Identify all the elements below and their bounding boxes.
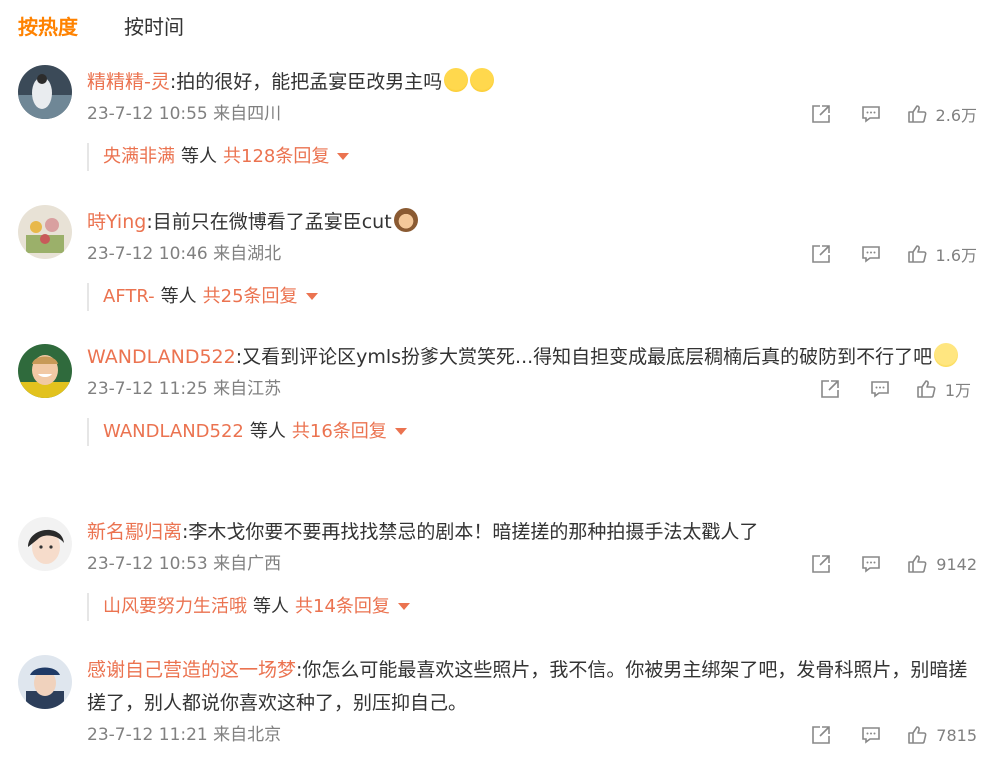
like-button[interactable]: 1万 [915,377,971,401]
like-count: 1.6万 [935,246,977,265]
comment-meta-row: 23-7-12 11:25 来自江苏 1万 [87,374,977,404]
reply-total-link[interactable]: 共16条回复 [292,421,387,442]
like-button[interactable]: 2.6万 [906,102,977,126]
comment-time-location: 23-7-12 10:53 来自广西 [87,554,282,574]
reply-username[interactable]: 央满非满 [103,146,175,167]
comment-username[interactable]: 新名鄢归离 [87,521,182,543]
reply-summary: AFTR- 等人 共25条回复 [87,283,977,311]
comment-body: 精精精-灵:拍的很好，能把孟宴臣改男主吗 23-7-12 10:55 来自四川 … [87,66,977,171]
comment-body: 時Ying:目前只在微博看了孟宴臣cut 23-7-12 10:46 来自湖北 … [87,206,977,311]
comment-content: :拍的很好，能把孟宴臣改男主吗 [169,71,443,93]
reply-summary: 山风要努力生活哦 等人 共14条回复 [87,593,977,621]
comment-username[interactable]: 感谢自己营造的这一场梦 [87,659,296,681]
like-button[interactable]: 9142 [906,553,977,575]
comment-icon[interactable] [860,553,882,575]
scream-emoji-icon [444,68,469,92]
comment-text: 精精精-灵:拍的很好，能把孟宴臣改男主吗 [87,66,977,99]
comment-meta-row: 23-7-12 10:53 来自广西 9142 [87,549,977,579]
comment-icon[interactable] [869,378,891,400]
comment-body: 新名鄢归离:李木戈你要不要再找找禁忌的剧本！暗搓搓的那种拍摄手法太戳人了 23-… [87,516,977,621]
avatar[interactable] [18,655,72,709]
comment-time-location: 23-7-12 11:25 来自江苏 [87,379,282,399]
comment-time-location: 23-7-12 10:46 来自湖北 [87,244,282,264]
like-button[interactable]: 7815 [906,724,977,746]
sort-tabs: 按热度 按时间 [18,12,184,42]
reply-total-link[interactable]: 共14条回复 [295,596,390,617]
reply-others-label: 等人 [253,596,289,617]
comment-icon[interactable] [860,243,882,265]
chevron-down-icon[interactable] [337,153,350,160]
share-icon[interactable] [810,103,832,125]
comment-body: 感谢自己营造的这一场梦:你怎么可能最喜欢这些照片，我不信。你被男主绑架了吧，发骨… [87,654,977,750]
comment-text: 感谢自己营造的这一场梦:你怎么可能最喜欢这些照片，我不信。你被男主绑架了吧，发骨… [87,654,977,720]
thinking-emoji-icon [934,343,959,367]
reply-others-label: 等人 [249,421,286,442]
chevron-down-icon[interactable] [305,293,318,300]
comment-meta-row: 23-7-12 10:55 来自四川 2.6万 [87,99,977,129]
comment-meta-row: 23-7-12 10:46 来自湖北 1.6万 [87,239,977,269]
comment-content: :又看到评论区ymls扮爹大赏笑死...得知自担变成最底层稠楠后真的破防到不行了… [235,346,933,368]
reply-username[interactable]: AFTR- [103,286,155,307]
avatar[interactable] [18,344,72,398]
comment-actions: 9142 [810,549,977,579]
comment-text: 新名鄢归离:李木戈你要不要再找找禁忌的剧本！暗搓搓的那种拍摄手法太戳人了 [87,516,977,549]
reply-username[interactable]: WANDLAND522 [103,421,244,442]
comment-text: 時Ying:目前只在微博看了孟宴臣cut [87,206,977,239]
comment-actions: 1.6万 [810,239,977,269]
reply-total-link[interactable]: 共128条回复 [223,146,329,167]
scream-emoji-icon [470,68,495,92]
reply-summary: WANDLAND522 等人 共16条回复 [87,418,977,446]
comment-username[interactable]: WANDLAND522 [87,346,236,368]
comment-text: WANDLAND522:又看到评论区ymls扮爹大赏笑死...得知自担变成最底层… [87,341,977,374]
share-icon[interactable] [810,724,832,746]
thumbs-up-icon [906,103,928,125]
thumbs-up-icon [906,724,928,746]
tab-by-popularity[interactable]: 按热度 [18,12,78,42]
reply-username[interactable]: 山风要努力生活哦 [103,596,247,617]
reply-others-label: 等人 [160,286,197,307]
comment-content: :目前只在微博看了孟宴臣cut [146,211,392,233]
comment-time-location: 23-7-12 10:55 来自四川 [87,104,282,124]
avatar[interactable] [18,517,72,571]
share-icon[interactable] [810,553,832,575]
reply-total-link[interactable]: 共25条回复 [203,286,298,307]
tab-by-time[interactable]: 按时间 [124,12,184,42]
comment-content: :李木戈你要不要再找找禁忌的剧本！暗搓搓的那种拍摄手法太戳人了 [182,521,759,543]
thumbs-up-icon [906,243,928,265]
comment-actions: 1万 [819,374,971,404]
reply-others-label: 等人 [181,146,217,167]
like-button[interactable]: 1.6万 [906,242,977,266]
see-no-evil-monkey-icon [393,208,418,232]
comment-body: WANDLAND522:又看到评论区ymls扮爹大赏笑死...得知自担变成最底层… [87,341,977,446]
comment-icon[interactable] [860,724,882,746]
like-count: 1万 [944,381,971,400]
comment-actions: 7815 [810,720,977,750]
comment-time-location: 23-7-12 11:21 来自北京 [87,725,282,745]
like-count: 9142 [936,554,977,574]
like-count: 7815 [936,725,977,745]
comment-actions: 2.6万 [810,99,977,129]
share-icon[interactable] [819,378,841,400]
thumbs-up-icon [906,553,928,575]
chevron-down-icon[interactable] [394,428,407,435]
comment-icon[interactable] [860,103,882,125]
comment-username[interactable]: 精精精-灵 [87,71,170,93]
comment-username[interactable]: 時Ying [87,211,146,233]
like-count: 2.6万 [935,106,977,125]
avatar[interactable] [18,205,72,259]
chevron-down-icon[interactable] [397,603,410,610]
thumbs-up-icon [915,378,937,400]
avatar[interactable] [18,65,72,119]
share-icon[interactable] [810,243,832,265]
reply-summary: 央满非满 等人 共128条回复 [87,143,977,171]
comment-meta-row: 23-7-12 11:21 来自北京 7815 [87,720,977,750]
